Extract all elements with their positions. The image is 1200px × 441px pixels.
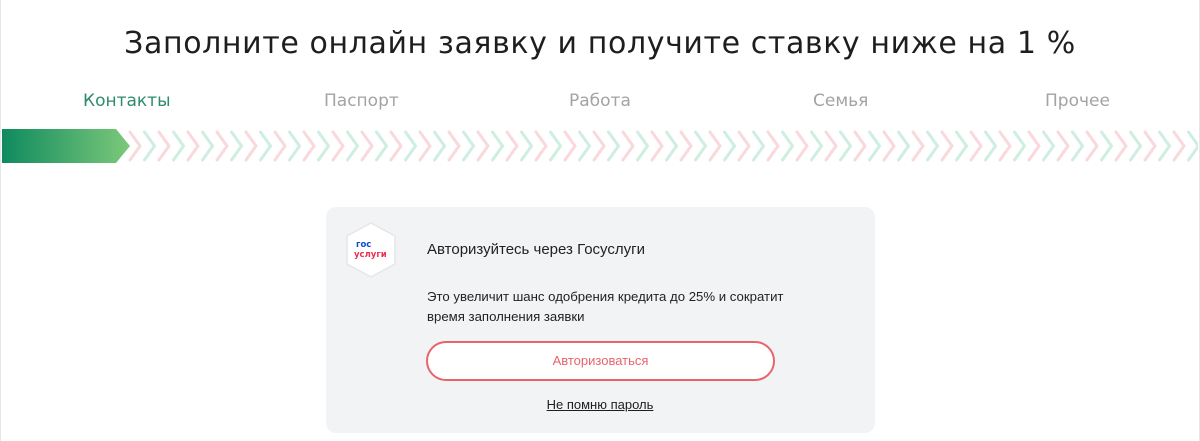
progress-chevron bbox=[302, 130, 316, 162]
progress-chevron bbox=[766, 130, 780, 162]
progress-chevron bbox=[215, 130, 229, 162]
progress-chevron bbox=[636, 130, 650, 162]
progress-chevron bbox=[201, 130, 215, 162]
progress-chevron bbox=[1056, 130, 1070, 162]
forgot-password-link[interactable]: Не помню пароль bbox=[547, 397, 654, 412]
progress-chevron bbox=[389, 130, 403, 162]
progress-chevron bbox=[476, 130, 490, 162]
progress-chevron bbox=[969, 130, 983, 162]
progress-chevron bbox=[607, 130, 621, 162]
progress-chevron bbox=[1071, 130, 1085, 162]
progress-chevron bbox=[1013, 130, 1027, 162]
progress-chevron bbox=[375, 130, 389, 162]
progress-chevron bbox=[1042, 130, 1056, 162]
progress-chevron bbox=[128, 130, 142, 162]
logo-text-top: гос bbox=[356, 240, 371, 250]
progress-chevron bbox=[288, 130, 302, 162]
progress-chevron bbox=[1172, 130, 1186, 162]
progress-chevron bbox=[157, 130, 171, 162]
progress-chevron bbox=[273, 130, 287, 162]
forgot-password-row: Не помню пароль bbox=[0, 396, 1200, 414]
progress-chevron bbox=[1129, 130, 1143, 162]
progress-chevron bbox=[549, 130, 563, 162]
progress-chevron bbox=[447, 130, 461, 162]
progress-chevron bbox=[433, 130, 447, 162]
progress-chevron bbox=[404, 130, 418, 162]
step-family[interactable]: Семья bbox=[813, 91, 868, 111]
gosuslugi-description: Это увеличит шанс одобрения кредита до 2… bbox=[427, 289, 784, 324]
progress-chevron bbox=[1143, 130, 1157, 162]
authorize-button[interactable]: Авторизоваться bbox=[426, 341, 775, 381]
progress-chevron bbox=[868, 130, 882, 162]
progress-chevron bbox=[650, 130, 664, 162]
progress-chevron bbox=[737, 130, 751, 162]
progress-chevron bbox=[824, 130, 838, 162]
progress-chevron bbox=[752, 130, 766, 162]
progress-chevron bbox=[984, 130, 998, 162]
progress-chevron bbox=[998, 130, 1012, 162]
progress-chevron bbox=[781, 130, 795, 162]
progress-chevron bbox=[926, 130, 940, 162]
progress-chevron bbox=[462, 130, 476, 162]
progress-chevron bbox=[1100, 130, 1114, 162]
progress-chevron bbox=[244, 130, 258, 162]
progress-chevron bbox=[505, 130, 519, 162]
progress-chevron bbox=[1114, 130, 1128, 162]
progress-chevron bbox=[520, 130, 534, 162]
progress-chevron bbox=[955, 130, 969, 162]
progress-chevron bbox=[418, 130, 432, 162]
progress-chevron bbox=[578, 130, 592, 162]
progress-chevrons bbox=[128, 130, 1198, 162]
progress-chevron bbox=[360, 130, 374, 162]
progress-chevron bbox=[810, 130, 824, 162]
progress-chevron bbox=[534, 130, 548, 162]
progress-chevron bbox=[1027, 130, 1041, 162]
progress-chevron bbox=[897, 130, 911, 162]
step-work[interactable]: Работа bbox=[569, 91, 631, 111]
progress-chevron bbox=[491, 130, 505, 162]
progress-chevron bbox=[1085, 130, 1099, 162]
progress-chevron bbox=[186, 130, 200, 162]
progress-chevron bbox=[1187, 130, 1198, 162]
page: Заполните онлайн заявку и получите ставк… bbox=[0, 0, 1200, 441]
progress-chevron bbox=[911, 130, 925, 162]
progress-chevron bbox=[563, 130, 577, 162]
progress-chevron bbox=[795, 130, 809, 162]
step-other[interactable]: Прочее bbox=[1045, 91, 1110, 111]
steps-nav: Контакты Паспорт Работа Семья Прочее bbox=[0, 91, 1200, 113]
progress-fill bbox=[2, 129, 130, 163]
progress-chevron bbox=[621, 130, 635, 162]
gosuslugi-logo-icon: гос услуги bbox=[346, 222, 396, 278]
progress-chevron bbox=[694, 130, 708, 162]
progress-chevron bbox=[882, 130, 896, 162]
progress-chevron bbox=[317, 130, 331, 162]
progress-chevron bbox=[230, 130, 244, 162]
progress-chevron bbox=[679, 130, 693, 162]
progress-chevron bbox=[665, 130, 679, 162]
gosuslugi-title: Авторизуйтесь через Госуслуги bbox=[427, 241, 645, 258]
progress-chevron bbox=[592, 130, 606, 162]
progress-chevron bbox=[1158, 130, 1172, 162]
progress-chevron bbox=[723, 130, 737, 162]
progress-chevron bbox=[172, 130, 186, 162]
step-passport[interactable]: Паспорт bbox=[324, 91, 399, 111]
progress-chevron bbox=[940, 130, 954, 162]
progress-chevron bbox=[346, 130, 360, 162]
progress-chevron bbox=[708, 130, 722, 162]
page-border-left bbox=[0, 0, 1, 441]
logo-text-bottom: услуги bbox=[354, 250, 387, 260]
page-title: Заполните онлайн заявку и получите ставк… bbox=[124, 26, 1076, 61]
progress-chevron bbox=[839, 130, 853, 162]
progress-chevron bbox=[259, 130, 273, 162]
progress-chevron bbox=[331, 130, 345, 162]
progress-chevron bbox=[853, 130, 867, 162]
progress-chevron bbox=[143, 130, 157, 162]
step-contacts[interactable]: Контакты bbox=[83, 91, 171, 111]
progress-bar bbox=[2, 129, 1198, 163]
